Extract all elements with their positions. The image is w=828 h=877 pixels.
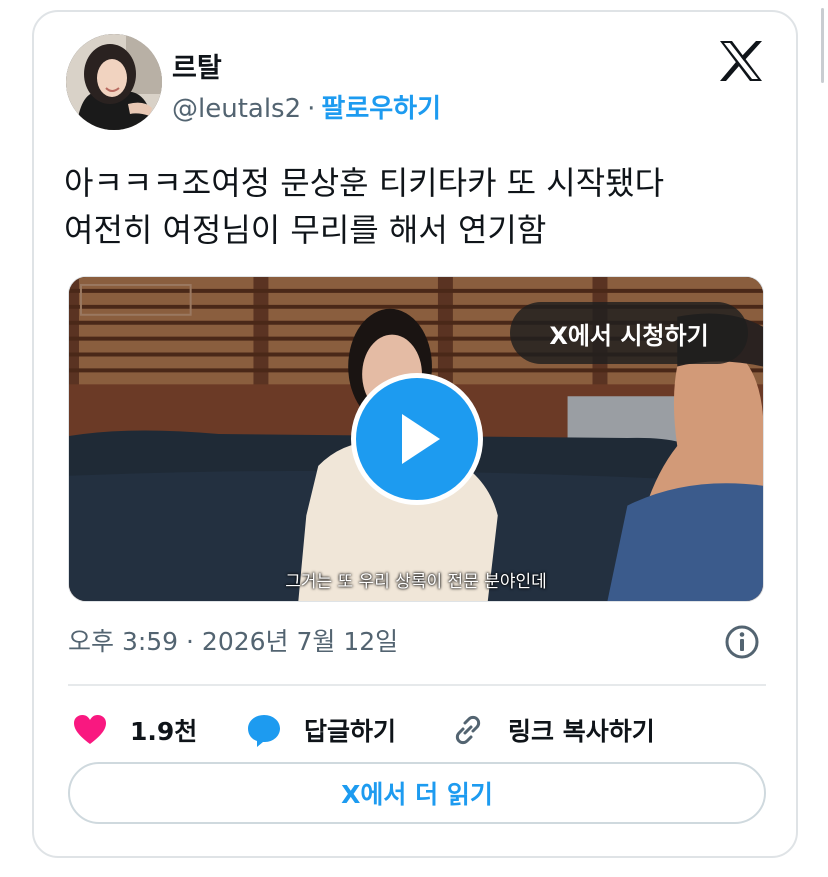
tweet-text-line: 여전히 여정님이 무리를 해서 연기함: [64, 211, 547, 249]
video-player[interactable]: X에서 시청하기 그거는 또 우리 상록이 전문 분야인데: [68, 276, 764, 602]
copy-link-label: 링크 복사하기: [508, 717, 655, 746]
avatar[interactable]: [66, 34, 162, 130]
heart-icon: [74, 715, 106, 744]
watch-on-x-button[interactable]: X에서 시청하기: [510, 302, 748, 364]
link-icon: [455, 715, 481, 745]
copy-link-button[interactable]: 링크 복사하기: [450, 702, 655, 758]
play-icon: [402, 414, 440, 464]
speech-bubble-icon: [248, 715, 280, 747]
like-button[interactable]: 1.9천: [72, 702, 197, 758]
author-handle-row: @leutals2 · 팔로우하기: [172, 88, 441, 125]
play-button[interactable]: [351, 373, 483, 505]
info-icon[interactable]: [724, 624, 760, 660]
divider: [68, 684, 766, 686]
tweet-embed-card: 르탈 @leutals2 · 팔로우하기 아ㅋㅋㅋ조여정 문상훈 티키타카 또 시작…: [32, 10, 798, 858]
reply-button[interactable]: 답글하기: [246, 702, 396, 758]
avatar-image: [66, 34, 162, 130]
tweet-timestamp[interactable]: 오후 3:59 · 2026년 7월 12일: [68, 622, 398, 658]
separator-dot: ·: [307, 94, 316, 124]
x-logo-icon[interactable]: [718, 40, 764, 82]
tweet-text: 아ㅋㅋㅋ조여정 문상훈 티키타카 또 시작됐다 여전히 여정님이 무리를 해서 …: [64, 160, 784, 254]
like-count: 1.9천: [130, 717, 198, 746]
follow-button[interactable]: 팔로우하기: [321, 94, 441, 124]
read-more-on-x-button[interactable]: X에서 더 읽기: [68, 762, 766, 824]
reply-label: 답글하기: [304, 717, 397, 746]
author-handle[interactable]: @leutals2: [172, 94, 301, 124]
author-display-name[interactable]: 르탈: [172, 46, 222, 85]
tweet-text-line: 아ㅋㅋㅋ조여정 문상훈 티키타카 또 시작됐다: [64, 164, 665, 202]
video-subtitle: 그거는 또 우리 상록이 전문 분야인데: [285, 572, 547, 592]
scrollbar[interactable]: [821, 8, 824, 83]
